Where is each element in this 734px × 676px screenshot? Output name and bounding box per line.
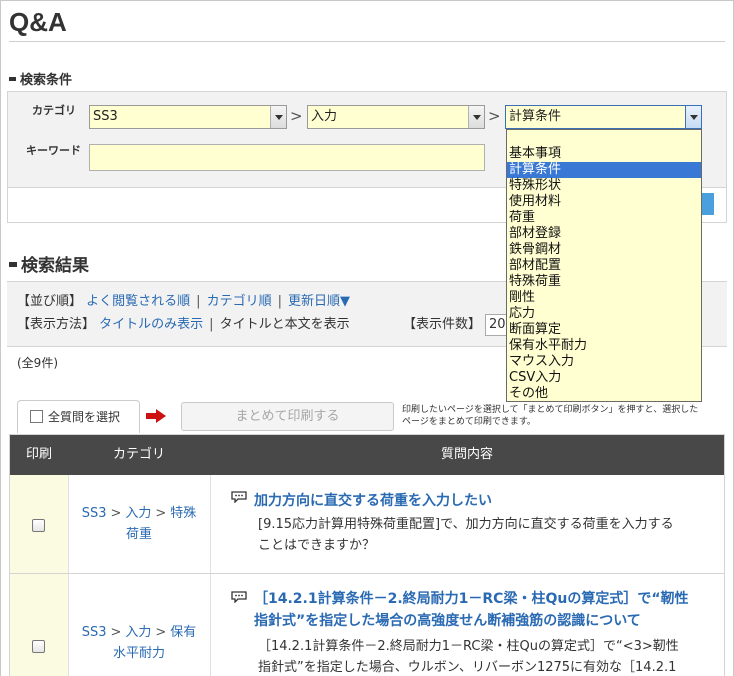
dropdown-option[interactable]: 断面算定	[507, 322, 701, 338]
row-checkbox[interactable]	[32, 519, 45, 532]
sort-separator: |	[196, 294, 201, 309]
category-select-1-value: SS3	[93, 109, 118, 124]
dropdown-option[interactable]: 保有水平耐力	[507, 338, 701, 354]
question-body-line: ［14.2.1計算条件－2.終局耐力1－RC梁・柱Quの算定式］で“<3>靭性	[258, 639, 679, 654]
row-checkbox[interactable]	[32, 640, 45, 653]
category-select-2-value: 入力	[311, 109, 338, 124]
question-title-link[interactable]: 加力方向に直交する荷重を入力したい	[254, 490, 714, 512]
select-all-label: 全質問を選択	[48, 410, 121, 424]
category-3-dropdown-list[interactable]: 基本事項 計算条件 特殊形状 使用材料 荷重 部材登録 鉄骨鋼材 部材配置 特殊荷重 剛性 応力 断面…	[506, 129, 702, 402]
category-separator: >	[488, 107, 501, 125]
heading-bullet-icon	[9, 76, 16, 81]
search-results-heading-text: 検索結果	[21, 256, 89, 276]
page-title: Q&A	[9, 7, 67, 37]
arrow-right-icon	[146, 409, 166, 423]
heading-bullet-icon	[9, 261, 17, 267]
table-row: SS3 > 入力 > 特殊 荷重	[68, 495, 210, 565]
speech-bubble-icon	[231, 591, 247, 603]
search-results-heading: 検索結果	[9, 251, 89, 276]
category-select-2[interactable]: 入力	[307, 105, 485, 129]
category-link[interactable]: 入力	[125, 625, 151, 640]
chevron-down-icon[interactable]	[270, 106, 286, 128]
count-label: 【表示件数】	[403, 317, 482, 332]
sort-updated-link[interactable]: 更新日順▼	[288, 294, 350, 309]
total-count: (全9件)	[17, 356, 58, 370]
sort-popular-link[interactable]: よく閲覧される順	[86, 294, 190, 309]
sort-separator: |	[277, 294, 282, 309]
page-frame: Q&A 検索条件 カテゴリ SS3 > 入力 > 計算条件 キーワード 基本事項…	[0, 0, 734, 676]
results-table: 印刷 カテゴリ 質問内容 SS3 > 入力 > 特殊 荷重 加力方向に直交する荷重を入力…	[9, 434, 725, 676]
search-conditions-heading-text: 検索条件	[20, 73, 73, 88]
category-link[interactable]: 入力	[125, 506, 151, 521]
column-header-category: カテゴリ	[68, 435, 210, 475]
category-select-1[interactable]: SS3	[89, 105, 287, 129]
dropdown-option[interactable]: 部材配置	[507, 258, 701, 274]
display-label: 【表示方法】	[17, 317, 96, 332]
question-body: ［14.2.1計算条件－2.終局耐力1－RC梁・柱Quの算定式］で“<3>靭性 …	[258, 636, 720, 676]
category-separator: >	[155, 625, 167, 640]
question-title-link[interactable]: ［14.2.1計算条件－2.終局耐力1－RC梁・柱Quの算定式］で“靭性 指針式…	[254, 588, 714, 632]
category-link[interactable]: 保有	[170, 625, 196, 640]
question-body-line: 指針式”を指定した場合、ウルボン、リバーボン1275に有効な［14.2.1	[258, 660, 677, 675]
dropdown-option[interactable]: マウス入力	[507, 354, 701, 370]
dropdown-option[interactable]: 特殊荷重	[507, 274, 701, 290]
dropdown-option[interactable]: 計算条件	[507, 162, 701, 178]
category-link[interactable]: 特殊	[170, 506, 196, 521]
sort-label: 【並び順】	[17, 294, 83, 309]
row-divider	[10, 573, 724, 574]
category-separator: >	[155, 506, 167, 521]
category-separator: >	[290, 107, 303, 125]
speech-bubble-icon	[231, 491, 247, 503]
row-category: SS3 > 入力 > 保有 水平耐力	[68, 622, 210, 664]
column-header-print: 印刷	[10, 435, 68, 475]
dropdown-option[interactable]: CSV入力	[507, 370, 701, 386]
keyword-label: キーワード	[26, 144, 81, 157]
category-link[interactable]: 水平耐力	[113, 646, 165, 661]
search-button[interactable]	[701, 193, 714, 215]
print-together-button[interactable]: まとめて印刷する	[181, 402, 394, 431]
row-category: SS3 > 入力 > 特殊 荷重	[68, 503, 210, 545]
question-title-line: 指針式”を指定した場合の高強度せん断補強筋の認識について	[254, 613, 641, 629]
select-all-button[interactable]: 全質問を選択	[17, 400, 140, 433]
category-select-3-value: 計算条件	[509, 109, 562, 124]
chevron-down-icon[interactable]	[468, 106, 484, 128]
dropdown-option[interactable]: 使用材料	[507, 194, 701, 210]
question-body-line: ことはできますか？	[258, 538, 376, 553]
title-divider	[9, 41, 725, 42]
dropdown-option[interactable]: 剛性	[507, 290, 701, 306]
display-separator: |	[209, 317, 214, 332]
sort-category-link[interactable]: カテゴリ順	[207, 294, 272, 309]
dropdown-option[interactable]: 部材登録	[507, 226, 701, 242]
display-options: 【表示方法】 タイトルのみ表示 | タイトルと本文を表示	[17, 313, 350, 332]
column-header-question: 質問内容	[210, 435, 724, 475]
question-body: [9.15応力計算用特殊荷重配置]で、加力方向に直交する荷重を入力する ことはで…	[258, 514, 720, 556]
dropdown-option[interactable]: 荷重	[507, 210, 701, 226]
dropdown-option[interactable]: 鉄骨鋼材	[507, 242, 701, 258]
dropdown-option[interactable]: 応力	[507, 306, 701, 322]
question-body-line: [9.15応力計算用特殊荷重配置]で、加力方向に直交する荷重を入力する	[258, 517, 674, 532]
category-link[interactable]: SS3	[82, 506, 107, 521]
category-separator: >	[110, 506, 122, 521]
category-link[interactable]: 荷重	[126, 527, 152, 542]
dropdown-option[interactable]: 基本事項	[507, 146, 701, 162]
question-title-line: ［14.2.1計算条件－2.終局耐力1－RC梁・柱Quの算定式］で“靭性	[254, 591, 689, 607]
print-note: 印刷したいページを選択して「まとめて印刷ボタン」を押すと、選択したページをまとめ…	[402, 405, 699, 427]
dropdown-option[interactable]: その他	[507, 386, 701, 402]
category-separator: >	[110, 625, 122, 640]
dropdown-option[interactable]: 特殊形状	[507, 178, 701, 194]
category-select-3[interactable]: 計算条件	[505, 105, 702, 129]
display-title-only-link[interactable]: タイトルのみ表示	[99, 317, 203, 332]
chevron-down-icon[interactable]	[685, 106, 701, 128]
checkbox-icon[interactable]	[30, 410, 43, 423]
search-conditions-heading: 検索条件	[9, 69, 72, 88]
keyword-input[interactable]	[89, 144, 485, 171]
category-label: カテゴリ	[32, 104, 76, 117]
sort-options: 【並び順】 よく閲覧される順 | カテゴリ順 | 更新日順▼	[17, 290, 350, 309]
display-title-body-current: タイトルと本文を表示	[219, 317, 350, 332]
category-link[interactable]: SS3	[82, 625, 107, 640]
